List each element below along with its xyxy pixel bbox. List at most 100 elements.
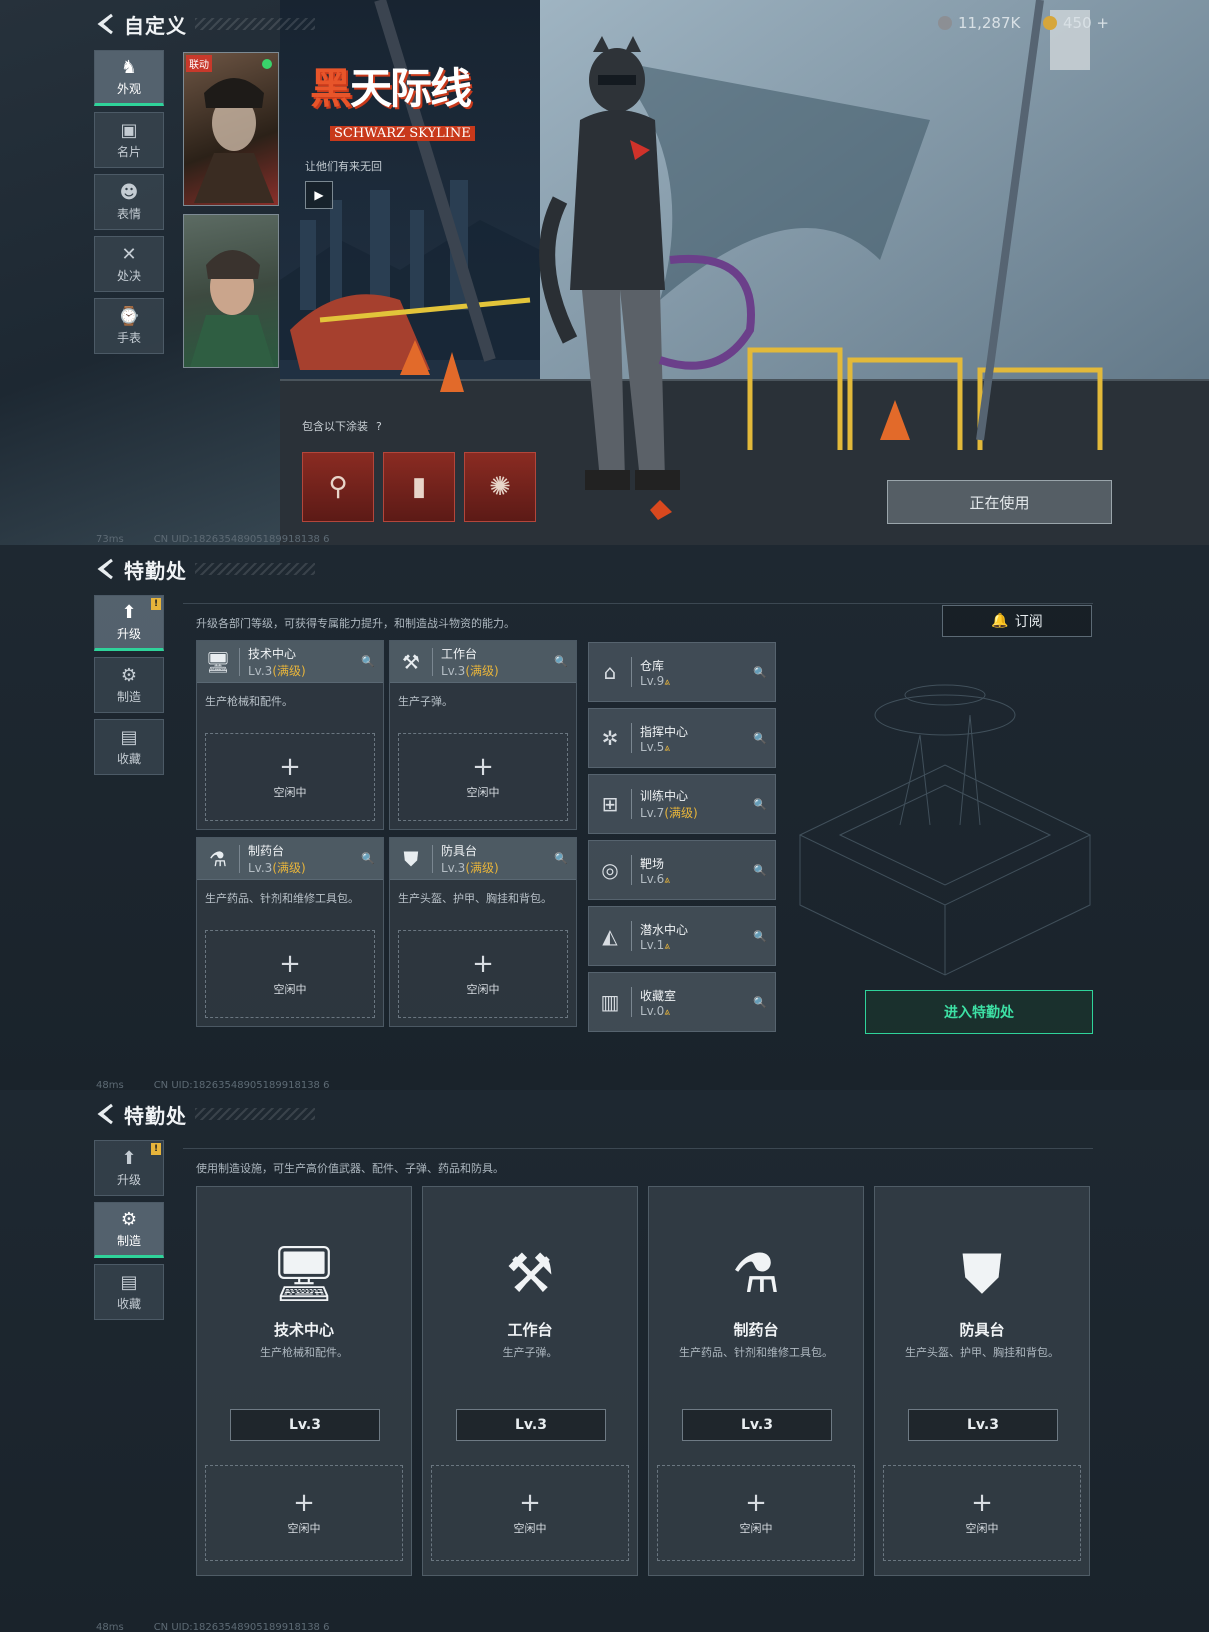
pharmacy-icon: ⚗ (209, 846, 227, 871)
in-use-button[interactable]: 正在使用 (887, 480, 1112, 524)
enter-safehouse-button[interactable]: 进入特勤处 (865, 990, 1093, 1034)
card-description: 生产头盔、护甲、胸挂和背包。 (905, 1346, 1059, 1359)
level-text: Lv.9 (640, 673, 665, 688)
nav-item-outfit[interactable]: ♞ 外观 (94, 50, 164, 106)
customize-panel: 自定义 ♞ 外观 ▣ 名片 ☻ 表情 ✕ 处决 ⌚ 手表 联动 黑天际线 SCHWARZ SKYL… (0, 0, 1209, 545)
separator (631, 921, 632, 951)
facility-row-dive[interactable]: ◭ 潜水中心 Lv.1⩓ 🔍 (588, 906, 776, 966)
title-decoration (195, 563, 315, 575)
skin-item-1[interactable]: ⚲ (302, 452, 374, 522)
nav-item-upgrade[interactable]: ⬆ 升级! (94, 1140, 164, 1196)
bell-icon: 🔔 (991, 613, 1009, 629)
level-text: Lv.3 (441, 663, 466, 678)
nav-item-execution[interactable]: ✕ 处决 (94, 236, 164, 292)
level-text: Lv.0 (640, 1003, 665, 1018)
idle-label: 空闲中 (466, 983, 500, 996)
facility-row-warehouse[interactable]: ⌂ 仓库 Lv.9⩓ 🔍 (588, 642, 776, 702)
tech-center-icon: 🖥 (205, 649, 231, 674)
facility-title: 制药台 Lv.3(满级) (248, 842, 306, 876)
armor-icon: ⛊ (403, 846, 419, 871)
play-preview-button[interactable]: ▶ (305, 181, 333, 209)
operator-portrait[interactable] (183, 214, 279, 368)
facility-level: Lv.0⩓ (640, 1004, 676, 1018)
level-text: Lv.6 (640, 871, 665, 886)
facility-card-pharmacy[interactable]: ⚗ 制药台 Lv.3(满级) 🔍 生产药品、针剂和维修工具包。 + 空闲中 (196, 837, 384, 1027)
search-icon[interactable]: 🔍 (753, 666, 767, 679)
idle-slot[interactable]: + 空闲中 (883, 1465, 1081, 1561)
idle-slot[interactable]: + 空闲中 (431, 1465, 629, 1561)
max-level-tag: (满级) (272, 860, 306, 875)
search-icon[interactable]: 🔍 (361, 655, 375, 668)
skin-device-icon: ▮ (411, 472, 427, 502)
back-arrow-icon[interactable] (96, 13, 116, 35)
header: 自定义 (96, 10, 315, 38)
facility-card-workbench[interactable]: ⚒ 工作台 Lv.3(满级) 🔍 生产子弹。 + 空闲中 (389, 640, 577, 830)
search-icon[interactable]: 🔍 (554, 852, 568, 865)
idle-label: 空闲中 (466, 786, 500, 799)
search-icon[interactable]: 🔍 (753, 864, 767, 877)
nav-item-watch[interactable]: ⌚ 手表 (94, 298, 164, 354)
facility-name: 指挥中心 (640, 724, 689, 739)
facility-row-training[interactable]: ⊞ 训练中心 Lv.7(满级) 🔍 (588, 774, 776, 834)
idle-slot[interactable]: + 空闲中 (205, 733, 375, 821)
back-arrow-icon[interactable] (96, 1103, 116, 1125)
currency-2[interactable]: 450 + (1043, 14, 1109, 32)
nav-item-craft[interactable]: ⚙ 制造 (94, 1202, 164, 1258)
facility-name: 收藏室 (640, 988, 677, 1003)
craft-card-pharmacy[interactable]: ⚗ 制药台 生产药品、针剂和维修工具包。 Lv.3 + 空闲中 (648, 1186, 864, 1576)
warehouse-icon: ⌂ (603, 660, 617, 684)
separator (432, 647, 433, 676)
divider (183, 603, 1093, 604)
facility-card-tech-center[interactable]: 🖥 技术中心 Lv.3(满级) 🔍 生产枪械和配件。 + 空闲中 (196, 640, 384, 830)
nav-item-emote[interactable]: ☻ 表情 (94, 174, 164, 230)
craft-card-armor[interactable]: ⛊ 防具台 生产头盔、护甲、胸挂和背包。 Lv.3 + 空闲中 (874, 1186, 1090, 1576)
help-icon[interactable]: ? (376, 420, 382, 433)
craft-card-workbench[interactable]: ⚒ 工作台 生产子弹。 Lv.3 + 空闲中 (422, 1186, 638, 1576)
search-icon[interactable]: 🔍 (753, 996, 767, 1009)
facility-name: 训练中心 (640, 789, 689, 803)
facility-card-armor[interactable]: ⛊ 防具台 Lv.3(满级) 🔍 生产头盔、护甲、胸挂和背包。 + 空闲中 (389, 837, 577, 1027)
facility-title: 工作台 Lv.3(满级) (441, 645, 499, 679)
facility-header: 🖥 技术中心 Lv.3(满级) 🔍 (197, 641, 383, 683)
search-icon[interactable]: 🔍 (361, 852, 375, 865)
nav-item-collection[interactable]: ▤ 收藏 (94, 719, 164, 775)
idle-slot[interactable]: + 空闲中 (398, 930, 568, 1018)
skin-item-3[interactable]: ✺ (464, 452, 536, 522)
separator (631, 657, 632, 687)
nav-item-collection[interactable]: ▤ 收藏 (94, 1264, 164, 1320)
upgrade-available-icon: ⩓ (664, 940, 670, 952)
search-icon[interactable]: 🔍 (753, 798, 767, 811)
search-icon[interactable]: 🔍 (753, 732, 767, 745)
nav-item-card[interactable]: ▣ 名片 (94, 112, 164, 168)
skin-item-2[interactable]: ▮ (383, 452, 455, 522)
search-icon[interactable]: 🔍 (554, 655, 568, 668)
level-text: Lv.1 (640, 937, 665, 952)
nav-item-upgrade[interactable]: ⬆ 升级! (94, 595, 164, 651)
upgrade-available-icon: ⩓ (664, 874, 670, 886)
upgrade-available-icon: ⩓ (664, 1006, 670, 1018)
idle-slot[interactable]: + 空闲中 (205, 1465, 403, 1561)
watch-icon: ⌚ (117, 305, 141, 327)
notification-badge: ! (151, 1143, 161, 1155)
collab-skin-portrait[interactable]: 联动 (183, 52, 279, 206)
facility-row-collection-room[interactable]: ▥ 收藏室 Lv.0⩓ 🔍 (588, 972, 776, 1032)
upgrade-available-icon: ⩓ (664, 676, 670, 688)
nav-item-craft[interactable]: ⚙ 制造 (94, 657, 164, 713)
separator (631, 789, 632, 819)
facility-title: 技术中心 Lv.3(满级) (248, 645, 306, 679)
facility-row-command[interactable]: ✲ 指挥中心 Lv.5⩓ 🔍 (588, 708, 776, 768)
level-text: Lv.3 (248, 663, 273, 678)
currency-1: 11,287K (938, 14, 1020, 32)
nav-label: 收藏 (116, 1296, 141, 1311)
craft-card-tech-center[interactable]: 🖥 技术中心 生产枪械和配件。 Lv.3 + 空闲中 (196, 1186, 412, 1576)
idle-slot[interactable]: + 空闲中 (205, 930, 375, 1018)
idle-slot[interactable]: + 空闲中 (398, 733, 568, 821)
back-arrow-icon[interactable] (96, 558, 116, 580)
idle-slot[interactable]: + 空闲中 (657, 1465, 855, 1561)
card-level: Lv.3 (456, 1409, 606, 1441)
facility-name: 防具台 (441, 843, 478, 858)
facility-row-range[interactable]: ◎ 靶场 Lv.6⩓ 🔍 (588, 840, 776, 900)
subscribe-button[interactable]: 🔔 订阅 (942, 605, 1092, 637)
search-icon[interactable]: 🔍 (753, 930, 767, 943)
facility-level: Lv.5⩓ (640, 740, 688, 754)
